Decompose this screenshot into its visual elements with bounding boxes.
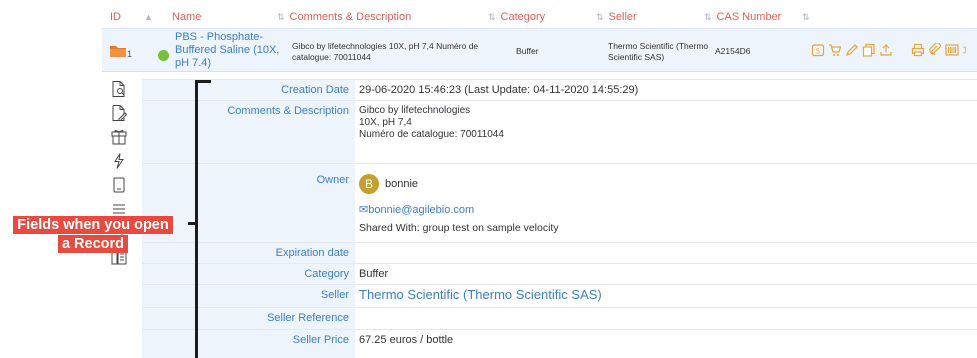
row-gutter <box>142 80 195 100</box>
field-row-creation-date: Creation Date 29-06-2020 15:46:23 (Last … <box>142 79 977 100</box>
field-label: Expiration date <box>195 243 355 263</box>
field-value: Bbonnie ✉bonnie@agilebio.com Shared With… <box>355 164 977 242</box>
seller-link[interactable]: Thermo Scientific (Thermo Scientific SAS… <box>359 287 602 302</box>
field-label: Category <box>195 264 355 284</box>
record-detail-table: Creation Date 29-06-2020 15:46:23 (Last … <box>142 79 977 358</box>
field-label: Seller Price <box>195 330 355 358</box>
barcode-icon[interactable] <box>945 43 959 57</box>
lightning-icon[interactable] <box>110 152 128 170</box>
sort-icon: ⇅ <box>488 12 496 22</box>
row-actions: 5 <box>811 42 976 59</box>
field-value: Buffer <box>359 268 389 280</box>
header-category[interactable]: ⇅ Category <box>488 11 545 23</box>
header-seller[interactable]: ⇅ Seller <box>596 11 637 23</box>
owner-name: bonnie <box>385 178 419 190</box>
box-icon[interactable] <box>110 128 128 146</box>
sort-icon: ⇅ <box>596 12 604 22</box>
print-icon[interactable] <box>911 43 925 57</box>
field-value <box>355 308 977 329</box>
calendar-icon[interactable]: 5 <box>811 43 825 57</box>
header-category-label: Category <box>500 11 546 23</box>
annotation-callout: Fields when you open a Record <box>0 216 186 254</box>
sort-icon: ⇅ <box>704 12 712 22</box>
field-row-seller: Seller Thermo Scientific (Thermo Scienti… <box>142 284 977 307</box>
document-edit-icon[interactable] <box>110 104 128 122</box>
row-gutter <box>142 308 195 329</box>
field-value <box>355 243 977 263</box>
copy-icon[interactable] <box>862 43 876 57</box>
owner-email-line: ✉bonnie@agilebio.com <box>359 204 977 216</box>
row-gutter <box>142 101 195 163</box>
record-comment: Gibco by lifetechnologies 10X, pH 7,4 Nu… <box>292 41 479 62</box>
table-row[interactable]: 1 PBS - Phosphate-Buffered Saline (10X, … <box>102 28 977 72</box>
record-number: 1 <box>127 49 133 59</box>
row-gutter <box>142 330 195 358</box>
field-row-expiration-date: Expiration date <box>142 242 977 263</box>
field-row-seller-reference: Seller Reference <box>142 307 977 329</box>
field-row-seller-price: Seller Price 67.25 euros / bottle <box>142 329 977 358</box>
field-value: 67.25 euros / bottle <box>359 334 454 346</box>
field-label: Owner <box>195 164 355 242</box>
comment-line: Numéro de catalogue: 70011044 <box>359 129 504 140</box>
owner-email-link[interactable]: bonnie@agilebio.com <box>368 204 474 216</box>
record-category: Buffer <box>516 46 539 56</box>
share-icon[interactable] <box>879 43 893 57</box>
table-header: ID ▲︎ Name ⇅ Comments & Description ⇅ Cate… <box>102 7 977 29</box>
folder-icon[interactable] <box>110 45 126 57</box>
annotation-line: Fields when you open <box>13 216 173 234</box>
field-value: 29-06-2020 15:46:23 (Last Update: 04-11-… <box>359 84 639 96</box>
cart-icon[interactable] <box>828 43 842 57</box>
header-seller-label: Seller <box>608 11 637 23</box>
header-cas-label: CAS Number <box>716 11 782 23</box>
field-row-comments: Comments & Description Gibco by lifetech… <box>142 100 977 163</box>
sort-icon[interactable]: ⇅ <box>802 11 815 23</box>
record-name-link[interactable]: PBS - Phosphate-Buffered Saline (10X, pH… <box>175 31 293 70</box>
header-comments[interactable]: ⇅ Comments & Description <box>277 11 411 23</box>
field-row-category: Category Buffer <box>142 263 977 284</box>
record-cas: A2154D6 <box>715 46 751 56</box>
bracket-line <box>195 82 198 358</box>
record-seller: Thermo Scientific (Thermo Scientific SAS… <box>608 41 709 62</box>
field-row-owner: Owner Bbonnie ✉bonnie@agilebio.com Share… <box>142 163 977 242</box>
annotation-line: a Record <box>57 235 129 253</box>
envelope-icon: ✉ <box>359 204 369 216</box>
header-name-label: Name <box>172 11 202 23</box>
status-dot <box>158 50 169 61</box>
tablet-icon[interactable] <box>110 176 128 194</box>
field-label: Seller <box>195 285 355 307</box>
field-label: Comments & Description <box>195 101 355 163</box>
header-comments-label: Comments & Description <box>289 11 412 23</box>
field-label: Seller Reference <box>195 308 355 329</box>
document-search-icon[interactable] <box>110 80 128 98</box>
field-value: Gibco by lifetechnologies 10X, pH 7,4 Nu… <box>355 101 977 163</box>
more-icon[interactable] <box>962 43 976 57</box>
field-label: Creation Date <box>195 80 355 100</box>
header-id-label: ID <box>110 11 121 23</box>
svg-text:5: 5 <box>816 48 820 56</box>
sort-icon: ⇅ <box>277 12 285 22</box>
bracket-tick <box>188 222 196 225</box>
sort-icon[interactable]: ▲︎ <box>144 11 158 23</box>
edit-icon[interactable] <box>845 43 859 57</box>
owner-line: Bbonnie <box>359 174 977 194</box>
row-gutter <box>142 264 195 284</box>
header-cas-number[interactable]: ⇅ CAS Number <box>704 11 781 23</box>
row-gutter <box>142 285 195 307</box>
comment-line: Gibco by lifetechnologies <box>359 105 471 116</box>
comment-line: 10X, pH 7,4 <box>359 117 412 128</box>
attachment-icon[interactable] <box>928 42 942 57</box>
header-name[interactable]: Name <box>172 11 201 23</box>
field-value: Thermo Scientific (Thermo Scientific SAS… <box>355 285 977 307</box>
header-id[interactable]: ID <box>110 11 121 23</box>
avatar: B <box>359 174 379 194</box>
shared-with: Shared With: group test on sample veloci… <box>359 222 559 234</box>
